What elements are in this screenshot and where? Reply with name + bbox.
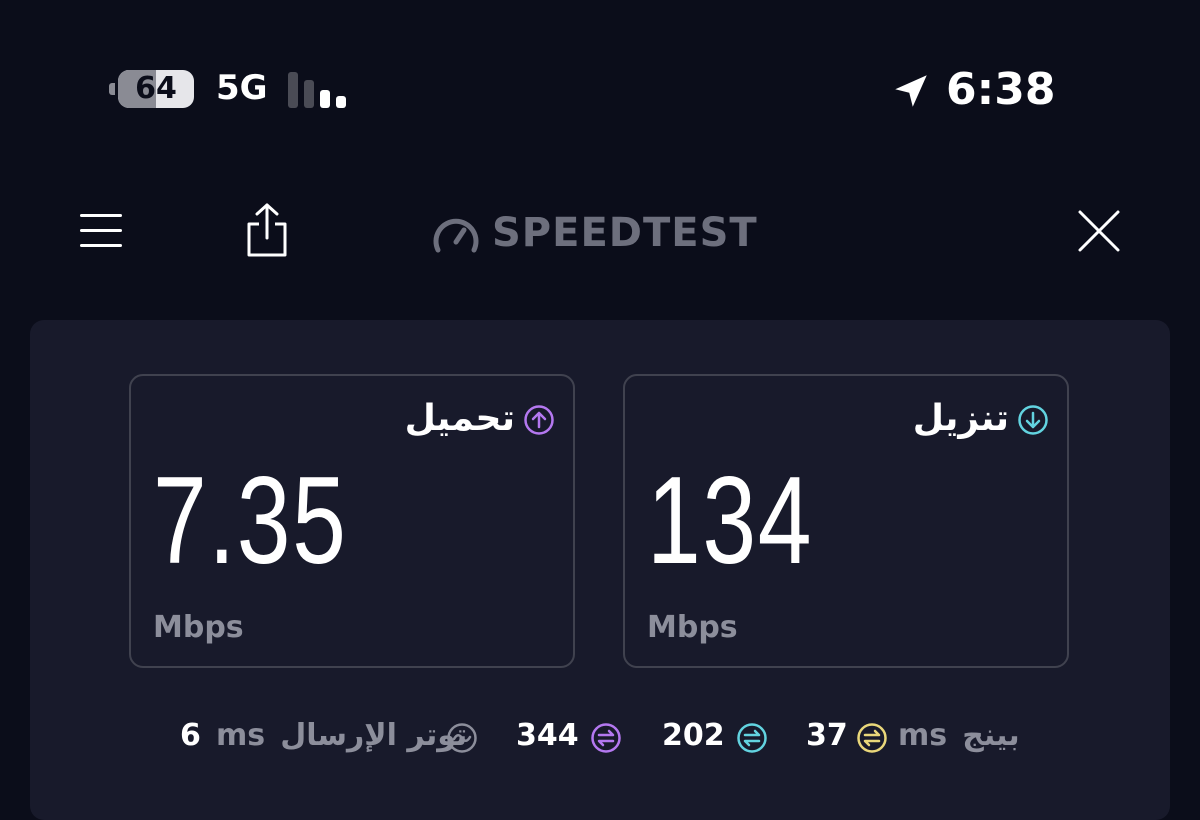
speedometer-icon	[433, 218, 479, 253]
ping-label-group: ms بينج	[898, 718, 1020, 762]
ping-label: بينج	[962, 718, 1020, 753]
location-arrow-icon	[895, 75, 927, 107]
jitter-metric: 6 ms توتر الإرسال	[180, 718, 467, 762]
battery-level: 64	[135, 71, 177, 106]
menu-icon[interactable]	[80, 208, 122, 252]
upload-card: تحميل 7.35 Mbps	[129, 374, 575, 668]
network-type: 5G	[216, 68, 268, 108]
upload-ping-metric: 344	[516, 718, 579, 762]
download-arrow-icon	[1018, 405, 1048, 435]
jitter-wave-icon	[447, 723, 477, 753]
download-ping-metric: 202	[662, 718, 725, 762]
idle-ping-metric: 37	[806, 718, 848, 762]
cellular-signal-icon	[288, 70, 352, 108]
upload-ping-value: 344	[516, 718, 579, 753]
download-speed-unit: Mbps	[647, 610, 738, 645]
upload-label: تحميل	[404, 398, 515, 439]
ping-unit: ms	[898, 718, 948, 753]
logo-text: SPEEDTEST	[492, 210, 758, 256]
upload-arrow-icon	[524, 405, 554, 435]
share-icon[interactable]	[244, 202, 290, 258]
download-label: تنزيل	[912, 398, 1009, 439]
status-bar: 64 5G 6:38	[0, 0, 1200, 140]
jitter-unit: ms	[215, 718, 266, 753]
battery-icon: 64	[118, 70, 194, 108]
upload-ping-icon	[591, 723, 621, 753]
jitter-value: 6	[180, 718, 201, 753]
download-ping-icon	[737, 723, 767, 753]
download-speed-value: 134	[647, 452, 814, 590]
metrics-row: 6 ms توتر الإرسال 344 202 37 ms بينج	[0, 718, 1200, 762]
idle-ping-icon	[857, 723, 887, 753]
upload-speed-value: 7.35	[153, 452, 348, 590]
download-ping-value: 202	[662, 718, 725, 753]
upload-speed-unit: Mbps	[153, 610, 244, 645]
nav-bar: SPEEDTEST	[0, 180, 1200, 280]
idle-ping-value: 37	[806, 718, 848, 753]
clock-time: 6:38	[946, 64, 1056, 115]
download-card: تنزيل 134 Mbps	[623, 374, 1069, 668]
battery-tip	[109, 83, 115, 95]
close-icon[interactable]	[1076, 208, 1122, 254]
jitter-label: توتر الإرسال	[280, 718, 468, 753]
